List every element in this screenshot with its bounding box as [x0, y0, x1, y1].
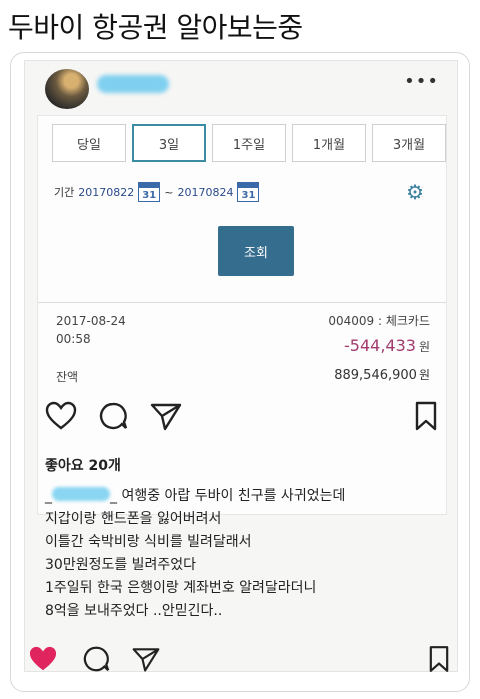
date-separator: ~: [164, 185, 174, 199]
period-label: 기간: [54, 186, 75, 199]
transaction-amount: -544,433 원: [344, 336, 430, 355]
tab-3days[interactable]: 3일: [132, 124, 206, 162]
transaction-date: 2017-08-24: [56, 314, 126, 328]
blurred-username: [97, 75, 169, 93]
period-row: 기간 20170822 31 ~ 20170824 31: [54, 182, 260, 202]
post-actions: [45, 401, 437, 431]
comment-icon[interactable]: [81, 645, 111, 673]
period-tabs: 당일 3일 1주일 1개월 3개월: [52, 124, 446, 162]
date-from[interactable]: 20170822: [78, 186, 134, 199]
balance-amount: 889,546,900 원: [334, 368, 430, 383]
caption-line: 이틀간 숙박비랑 식비를 빌려달래서: [45, 534, 252, 550]
caption-line: 8억을 보내주었다 ..안믿긴다..: [45, 603, 223, 619]
share-icon[interactable]: [131, 645, 161, 673]
calendar-icon[interactable]: 31: [237, 182, 260, 202]
balance-label: 잔액: [56, 370, 79, 384]
heart-icon[interactable]: [45, 401, 77, 431]
caption-line: 30만원정도를 빌려주었다: [45, 557, 197, 573]
caption-line: _ _ 여행중 아랍 두바이 친구를 사귀었는데: [45, 487, 346, 504]
blurred-username: [52, 487, 110, 501]
tab-1week[interactable]: 1주일: [212, 124, 286, 162]
date-to[interactable]: 20170824: [177, 186, 233, 199]
tweet-text: 두바이 항공권 알아보는중: [8, 11, 303, 44]
tweet-action-bar: [25, 639, 455, 679]
like-count[interactable]: 좋아요 20개: [45, 455, 121, 475]
bookmark-icon[interactable]: [429, 645, 449, 673]
lookup-button[interactable]: 조회: [218, 226, 294, 276]
share-icon[interactable]: [149, 401, 183, 431]
transaction-account: 004009 : 체크카드: [328, 314, 430, 328]
more-horizontal-icon[interactable]: •••: [404, 71, 439, 92]
avatar[interactable]: [45, 69, 89, 109]
transaction-time: 00:58: [56, 332, 91, 346]
calendar-icon[interactable]: 31: [138, 182, 161, 202]
tab-1month[interactable]: 1개월: [292, 124, 366, 162]
bookmark-icon[interactable]: [415, 401, 437, 431]
divider: [38, 302, 446, 303]
heart-filled-icon[interactable]: [27, 645, 59, 673]
gear-icon[interactable]: ⚙: [406, 180, 424, 204]
instagram-post-photo: ••• 당일 3일 1주일 1개월 3개월 기간 20170822 31 ~ 2…: [24, 60, 458, 672]
transaction-datetime: 2017-08-24 00:58: [56, 312, 126, 348]
tab-3months[interactable]: 3개월: [372, 124, 446, 162]
caption-line: 지갑이랑 핸드폰을 잃어버려서: [45, 511, 222, 527]
post-caption: _ _ 여행중 아랍 두바이 친구를 사귀었는데 지갑이랑 핸드폰을 잃어버려서 …: [45, 485, 445, 623]
comment-icon[interactable]: [97, 401, 129, 431]
tab-today[interactable]: 당일: [52, 124, 126, 162]
embedded-photo-card[interactable]: ••• 당일 3일 1주일 1개월 3개월 기간 20170822 31 ~ 2…: [10, 52, 470, 692]
caption-line: 1주일뒤 한국 은행이랑 계좌번호 알려달라더니: [45, 580, 317, 596]
